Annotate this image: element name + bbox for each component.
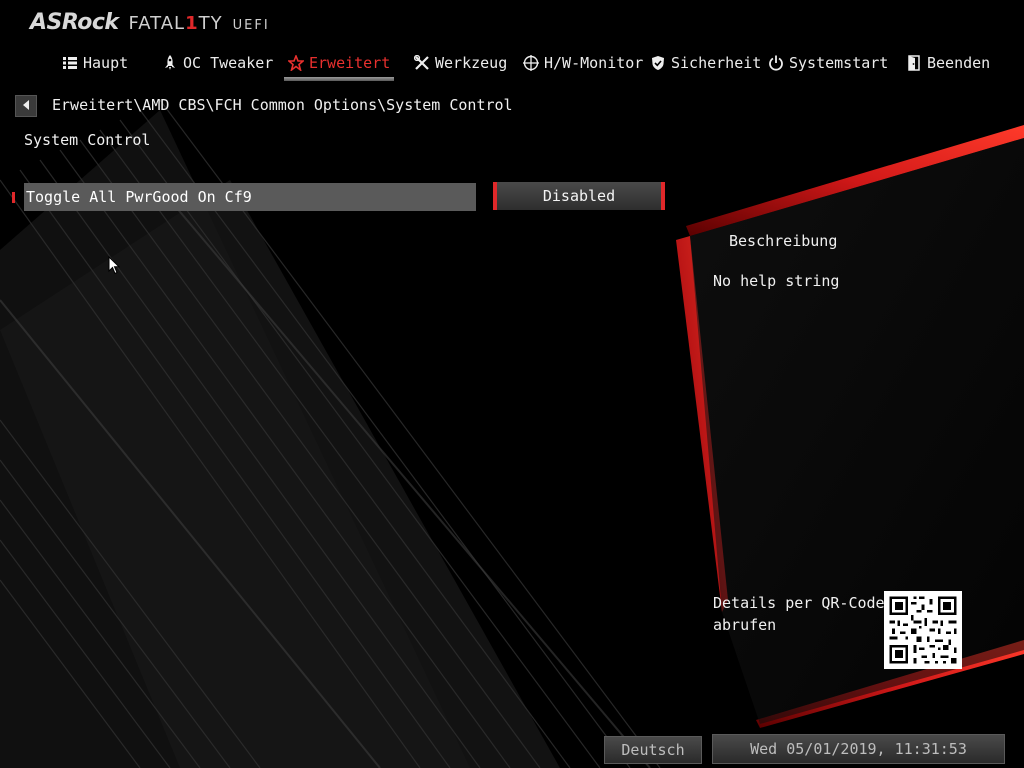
tab-oc-tweaker[interactable]: OC Tweaker	[162, 50, 273, 76]
background-art	[0, 99, 1024, 768]
qr-code-image	[884, 591, 962, 669]
back-button[interactable]	[15, 95, 37, 117]
tab-erweitert[interactable]: Erweitert	[283, 50, 395, 81]
crosshair-icon	[523, 55, 539, 71]
page-title: System Control	[24, 131, 151, 149]
shield-icon	[650, 55, 666, 71]
tab-systemstart[interactable]: Systemstart	[768, 50, 888, 76]
back-arrow-icon	[21, 97, 31, 115]
tab-beenden[interactable]: Beenden	[906, 50, 990, 76]
star-icon	[288, 55, 304, 71]
top-navigation: Haupt OC Tweaker Erweitert Werkzeug H/W-…	[0, 50, 1024, 81]
logo-uefi-text: UEFI	[232, 18, 270, 33]
datetime-display: Wed 05/01/2019, 11:31:53	[712, 734, 1005, 764]
power-icon	[768, 55, 784, 71]
qr-code-label: Details per QR-Code abrufen	[713, 592, 885, 636]
mouse-pointer-icon	[108, 255, 121, 279]
description-title: Beschreibung	[729, 232, 838, 250]
tab-label: Erweitert	[309, 54, 391, 72]
tab-label: Systemstart	[789, 54, 889, 72]
list-icon	[62, 55, 78, 71]
tab-label: Sicherheit	[671, 54, 762, 72]
tab-label: Beenden	[927, 54, 991, 72]
tab-haupt[interactable]: Haupt	[62, 50, 128, 76]
tab-label: OC Tweaker	[183, 54, 274, 72]
exit-door-icon	[906, 55, 922, 71]
tab-hw-monitor[interactable]: H/W-Monitor	[523, 50, 643, 76]
rocket-icon	[162, 55, 178, 71]
description-text: No help string	[713, 272, 840, 290]
selected-row-marker	[12, 192, 15, 203]
tab-label: H/W-Monitor	[544, 54, 644, 72]
asrock-logo: ASRock FATAL1TY UEFI	[30, 10, 270, 38]
logo-fatality-text: FATAL1TY	[128, 13, 223, 34]
qr-code-label-line2: abrufen	[713, 616, 777, 634]
tab-werkzeug[interactable]: Werkzeug	[414, 50, 507, 76]
logo-asrock-text: ASRock	[30, 10, 119, 35]
tab-sicherheit[interactable]: Sicherheit	[650, 50, 761, 76]
option-toggle-all-pwrgood-label[interactable]: Toggle All PwrGood On Cf9	[24, 183, 476, 211]
tab-label: Haupt	[83, 54, 129, 72]
option-toggle-all-pwrgood-value[interactable]: Disabled	[493, 182, 665, 210]
qr-code-label-line1: Details per QR-Code	[713, 594, 885, 612]
breadcrumb: Erweitert\AMD CBS\FCH Common Options\Sys…	[52, 96, 513, 114]
tools-icon	[414, 55, 430, 71]
language-button[interactable]: Deutsch	[604, 736, 702, 764]
tab-label: Werkzeug	[435, 54, 508, 72]
